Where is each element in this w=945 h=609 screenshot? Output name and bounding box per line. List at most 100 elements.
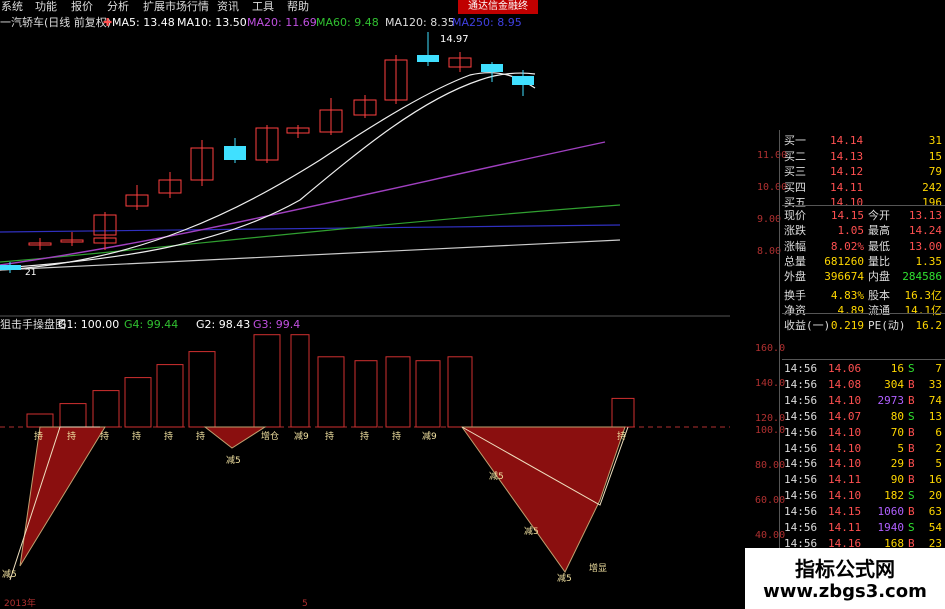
stat-value: 14.1亿 [904, 303, 943, 317]
ma60-line [0, 204, 621, 263]
indicator-tick-label: 80.00 [755, 460, 786, 471]
tick-time: 14:56 [784, 393, 818, 407]
indicator-bar [253, 334, 281, 428]
tick-time: 14:56 [784, 425, 818, 439]
stat-label: 今开 [868, 209, 890, 222]
stat-row: 净资 4.89 流通 14.1亿 [782, 303, 945, 318]
signal-label: 增仓 [261, 430, 279, 442]
tick-row: 14:56 14.08 304 B 33 [782, 377, 945, 392]
tick-volume: 182 [884, 489, 904, 503]
tick-count: 2 [935, 441, 942, 455]
indicator-bar [385, 356, 411, 428]
stat-row: 换手 4.83% 股本 16.3亿 [782, 288, 945, 303]
stat-value: 396674 [824, 270, 864, 284]
ma20-line [0, 141, 606, 266]
tick-row: 14:56 14.11 1940 S 54 [782, 520, 945, 535]
tick-row: 14:56 14.11 90 B 16 [782, 472, 945, 487]
indicator-tick-label: 120.0 [755, 413, 786, 424]
signal-label: 持 [67, 430, 76, 442]
tick-volume: 5 [897, 441, 904, 455]
signal-label: 持 [34, 430, 43, 442]
tick-time: 14:56 [784, 473, 818, 487]
tick-row: 14:56 14.10 2973 B 74 [782, 393, 945, 408]
signal-label: 持 [617, 430, 626, 442]
tick-time: 14:56 [784, 489, 818, 503]
indicator-bar [611, 397, 635, 428]
stat-row: 涨跌 1.05 最高 14.24 [782, 223, 945, 238]
bid-volume: 31 [928, 134, 942, 147]
bid-label: 买四 [784, 180, 806, 194]
signal-label: 持 [100, 430, 109, 442]
tick-time: 14:56 [784, 377, 818, 391]
indicator-tick-label: 60.00 [755, 495, 786, 506]
tick-volume: 90 [890, 473, 904, 487]
tick-volume: 70 [890, 425, 904, 439]
stat-value: 4.89 [837, 303, 865, 317]
signal-label: 增显 [589, 562, 607, 574]
tick-count: 7 [935, 362, 942, 375]
stat-label: 量比 [868, 254, 890, 268]
tick-price: 14.11 [828, 521, 862, 534]
indicator-bar [415, 360, 441, 428]
signal-label: 持 [164, 430, 173, 442]
bid-row: 买三 14.12 79 [782, 164, 945, 179]
indicator-bar [92, 390, 120, 428]
signal-label: 减5 [524, 525, 539, 537]
signal-label: 减5 [557, 572, 572, 584]
indicator-wedge [203, 426, 267, 449]
indicator-bar [317, 356, 345, 428]
tick-count: 54 [928, 521, 942, 534]
tick-time: 14:56 [784, 521, 818, 534]
signal-label: 持 [360, 430, 369, 442]
stat-label: 净资 [784, 303, 806, 317]
indicator-bar [290, 334, 310, 428]
tick-side: B [908, 441, 915, 455]
tick-row: 14:56 14.10 5 B 2 [782, 441, 945, 456]
candle-down [0, 265, 21, 270]
g1-value: G1: 100.00 [58, 318, 120, 331]
candle-down [224, 146, 246, 160]
tick-count: 33 [928, 377, 942, 391]
bid-label: 买一 [784, 134, 806, 147]
stat-label: 换手 [784, 288, 806, 302]
tick-row: 14:56 14.10 70 B 6 [782, 425, 945, 440]
ma10-line [0, 72, 536, 269]
stat-row: 现价 14.15 今开 13.13 [782, 208, 945, 223]
tick-price: 14.07 [828, 409, 862, 423]
bid-volume: 15 [928, 149, 942, 163]
tick-count: 5 [935, 457, 942, 471]
price-annotation-low: 21 [25, 268, 36, 278]
watermark-title: 指标公式网 [795, 557, 895, 581]
tick-row: 14:56 14.10 182 S 20 [782, 488, 945, 503]
candle-down [512, 76, 534, 85]
stat-value: 0.219 [830, 319, 864, 333]
stat-value: 14.24 [908, 224, 942, 238]
tick-price: 14.15 [828, 505, 862, 519]
stat-value: 13.00 [908, 239, 942, 253]
bid-label: 买三 [784, 165, 806, 178]
indicator-tick-label: 140.0 [755, 378, 786, 389]
tick-time: 14:56 [784, 409, 818, 423]
bid-row: 买一 14.14 31 [782, 133, 945, 148]
price-tick-label: 8.00 [757, 246, 782, 257]
bid-price: 14.14 [830, 134, 864, 147]
g3-value: G3: 99.4 [253, 318, 301, 331]
signal-label: 减9 [422, 430, 437, 442]
tick-price: 14.06 [828, 362, 862, 375]
g4-value: G4: 99.44 [124, 318, 179, 331]
tick-side: B [908, 393, 915, 407]
tick-count: 74 [928, 393, 942, 407]
stat-label: 总量 [784, 254, 806, 268]
bid-volume: 242 [922, 180, 942, 194]
indicator-bar [156, 364, 184, 428]
stat-row: 收益(一) 0.219 PE(动) 16.2 [782, 318, 945, 333]
tick-price: 14.10 [828, 489, 862, 503]
tick-price: 14.10 [828, 457, 862, 471]
bid-row: 买二 14.13 15 [782, 149, 945, 164]
indicator-tick-label: 100.0 [755, 425, 786, 436]
bid-price: 14.13 [830, 149, 864, 163]
x-axis-label: 2013年 [4, 597, 36, 609]
stat-label: 最高 [868, 224, 890, 238]
tick-time: 14:56 [784, 505, 818, 519]
panel-divider [779, 130, 780, 609]
